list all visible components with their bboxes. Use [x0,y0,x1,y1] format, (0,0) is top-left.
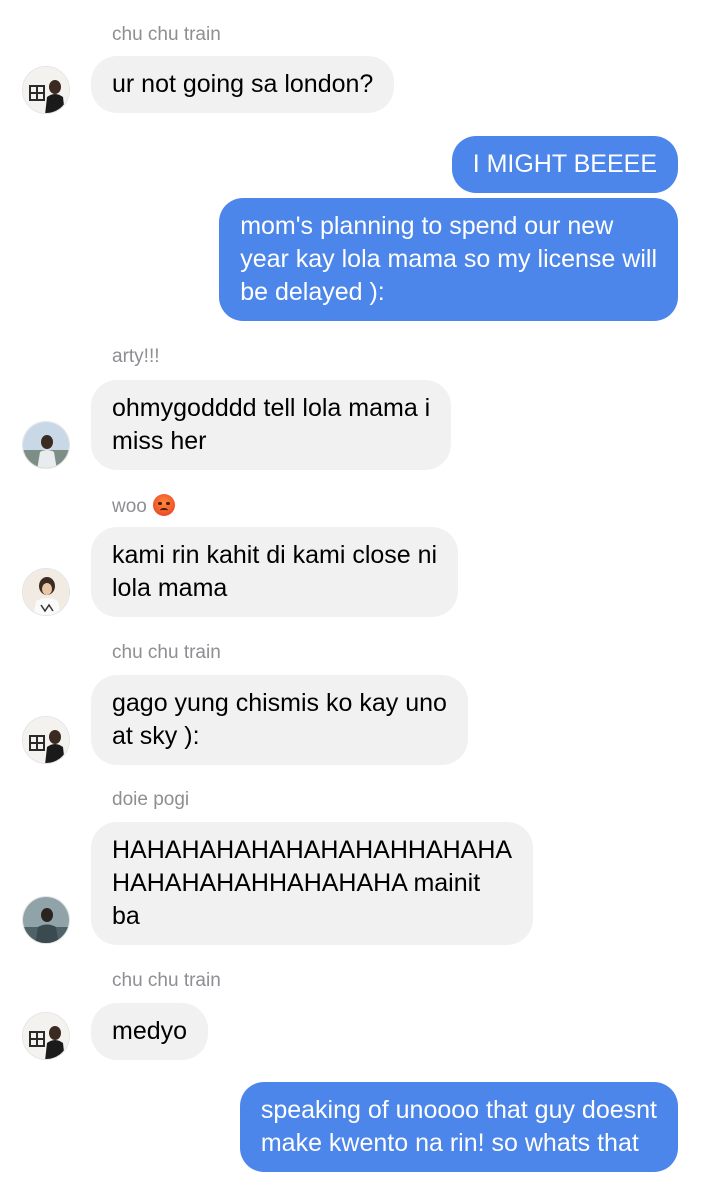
sender-label-doie-pogi: doie pogi [112,789,190,810]
message-line: medyo [112,1017,188,1045]
message-bubble[interactable]: kami rin kahit di kami close ni lola mam… [91,527,459,617]
message-line: ohmygodddd tell lola mama i [112,394,431,422]
sender-label-chu-chu-train: chu chu train [112,24,221,45]
message-line: HAHAHAHAHAHAHAHAHHAHAHA [112,836,513,864]
sender-name: woo [112,496,147,517]
message-line: at sky ): [112,722,200,750]
message-line: gago yung chismis ko kay uno [112,689,447,717]
message-bubble[interactable]: I MIGHT BEEEE [451,136,678,193]
sender-label-arty: arty!!! [112,346,160,367]
message-line: kami rin kahit di kami close ni [112,541,438,569]
chu-chu-train-avatar-image [23,1013,69,1059]
message-bubble[interactable]: mom's planning to spend our new year kay… [219,198,678,321]
sender-label-chu-chu-train: chu chu train [112,970,221,991]
chu-chu-train-avatar[interactable] [22,716,70,764]
woo-avatar[interactable] [22,568,70,616]
message-line: be delayed ): [240,278,385,306]
sender-label-woo: woo [112,494,175,518]
message-bubble[interactable]: ohmygodddd tell lola mama i miss her [91,380,452,470]
arty-avatar[interactable] [22,421,70,469]
message-bubble[interactable]: gago yung chismis ko kay uno at sky ): [91,675,468,765]
chu-chu-train-avatar[interactable] [22,66,70,114]
message-line: mom's planning to spend our new [240,212,614,240]
message-line: lola mama [112,574,228,602]
woo-avatar-image [23,569,69,615]
doie-pogi-avatar-image [23,897,69,943]
sender-label-chu-chu-train: chu chu train [112,642,221,663]
message-bubble[interactable]: ur not going sa london? [91,56,395,113]
message-bubble[interactable]: HAHAHAHAHAHAHAHAHHAHAHA HAHAHAHAHHAHAHAH… [91,822,534,945]
message-bubble[interactable]: medyo [91,1003,209,1060]
message-line: ba [112,902,140,930]
message-line: speaking of unoooo that guy doesnt [260,1096,657,1124]
chu-chu-train-avatar-image [23,717,69,763]
chu-chu-train-avatar[interactable] [22,1012,70,1060]
message-line: HAHAHAHAHHAHAHAHA mainit [112,869,481,897]
message-bubble[interactable]: speaking of unoooo that guy doesnt make … [239,1082,678,1172]
pouting-face-emoji-icon [152,494,175,516]
message-line: I MIGHT BEEEE [472,150,657,178]
doie-pogi-avatar[interactable] [22,896,70,944]
chu-chu-train-avatar-image [23,67,69,113]
arty-avatar-image [23,422,69,468]
message-line: ur not going sa london? [112,70,374,98]
message-line: make kwento na rin! so whats that [260,1129,639,1157]
message-line: miss her [112,427,207,455]
message-line: year kay lola mama so my license will [240,245,657,273]
